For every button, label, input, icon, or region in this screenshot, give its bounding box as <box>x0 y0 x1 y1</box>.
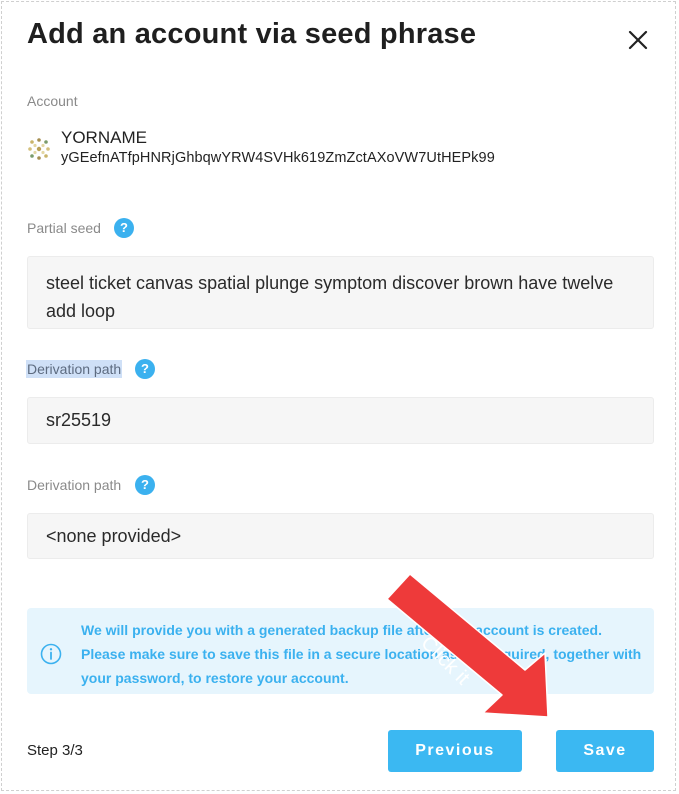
account-address: yGEefnATfpHNRjGhbqwYRW4SVHk619ZmZctAXoVW… <box>61 150 495 166</box>
backup-info-line-1: We will provide you with a generated bac… <box>81 622 602 638</box>
derivation-path-help-icon-2[interactable]: ? <box>135 475 155 495</box>
partial-seed-label: Partial seed <box>27 220 101 236</box>
account-name: YORNAME <box>61 128 147 147</box>
backup-info-text: We will provide you with a generated bac… <box>81 618 646 690</box>
save-button[interactable]: Save <box>556 730 654 772</box>
previous-button[interactable]: Previous <box>388 730 522 772</box>
derivation-path-field[interactable]: sr25519 <box>27 397 654 444</box>
dialog-title: Add an account via seed phrase <box>27 18 477 50</box>
step-indicator: Step 3/3 <box>27 742 83 759</box>
account-label: Account <box>27 93 78 109</box>
derivation-path-label: Derivation path <box>26 360 123 378</box>
derivation-path-help-icon[interactable]: ? <box>135 359 155 379</box>
derivation-path-label-2: Derivation path <box>27 477 122 493</box>
derivation-path-field-2[interactable]: <none provided> <box>27 513 654 559</box>
backup-info-line-2: Please make sure to save this file in a … <box>81 646 642 662</box>
info-icon <box>40 643 62 665</box>
backup-info-line-3: your password, to restore your account. <box>81 670 349 686</box>
partial-seed-help-icon[interactable]: ? <box>114 218 134 238</box>
account-avatar-icon <box>28 138 50 160</box>
close-icon[interactable] <box>624 26 652 54</box>
partial-seed-field[interactable]: steel ticket canvas spatial plunge sympt… <box>27 256 654 329</box>
